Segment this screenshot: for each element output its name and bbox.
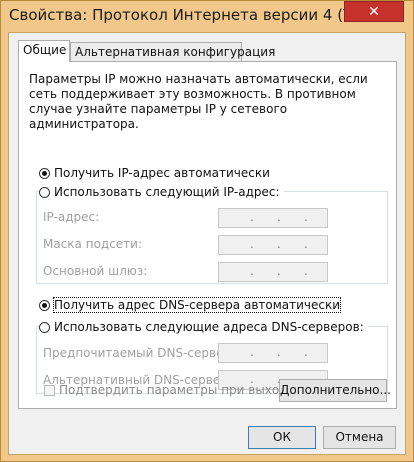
radio-dns-auto-indicator — [39, 300, 50, 311]
advanced-button[interactable]: Дополнительно... — [279, 379, 391, 402]
radio-dns-manual-indicator — [39, 322, 50, 333]
validate-on-exit-label: Подтвердить параметры при выходе — [59, 383, 295, 397]
radio-dns-manual[interactable]: Использовать следующие адреса DNS-сервер… — [39, 319, 368, 335]
radio-ip-auto[interactable]: Получить IP-адрес автоматически — [39, 165, 270, 181]
ip-address-input[interactable]: ... — [218, 208, 328, 228]
title-bar[interactable]: Свойства: Протокол Интернета версии 4 (T… — [1, 1, 413, 31]
validate-on-exit-checkbox[interactable]: Подтвердить параметры при выходе — [44, 382, 295, 398]
radio-ip-manual-label: Использовать следующий IP-адрес: — [54, 185, 280, 199]
tab-alternate-config[interactable]: Альтернативная конфигурация — [70, 42, 275, 61]
close-button[interactable]: ✕ — [344, 1, 404, 22]
ip-address-label: IP-адрес: — [43, 210, 100, 224]
close-icon: ✕ — [368, 4, 380, 20]
description-text: Параметры IP можно назначать автоматичес… — [29, 72, 368, 131]
radio-dns-manual-label: Использовать следующие адреса DNS-сервер… — [54, 320, 364, 334]
tab-panel-general: Параметры IP можно назначать автоматичес… — [18, 61, 397, 409]
default-gateway-label: Основной шлюз: — [43, 264, 148, 278]
subnet-mask-input[interactable]: ... — [218, 235, 328, 255]
radio-ip-auto-indicator — [39, 168, 50, 179]
window-title: Свойства: Протокол Интернета версии 4 (T… — [9, 6, 344, 24]
dialog-window: Свойства: Протокол Интернета версии 4 (T… — [0, 0, 414, 462]
default-gateway-input[interactable]: ... — [218, 262, 328, 282]
radio-dns-auto[interactable]: Получить адрес DNS-сервера автоматически — [39, 297, 342, 313]
radio-ip-manual-indicator — [39, 187, 50, 198]
radio-ip-manual[interactable]: Использовать следующий IP-адрес: — [39, 184, 284, 200]
tab-general[interactable]: Общие — [18, 40, 70, 62]
preferred-dns-input[interactable]: ... — [218, 343, 328, 363]
preferred-dns-label: Предпочитаемый DNS-сервер: — [43, 346, 236, 360]
dialog-client-area: Общие Альтернативная конфигурация Параме… — [8, 32, 406, 455]
cancel-button[interactable]: Отмена — [323, 426, 396, 449]
radio-ip-auto-label: Получить IP-адрес автоматически — [54, 166, 270, 180]
subnet-mask-label: Маска подсети: — [43, 237, 143, 251]
ok-button[interactable]: ОК — [248, 426, 316, 449]
radio-dns-auto-label: Получить адрес DNS-сервера автоматически — [52, 297, 342, 313]
validate-on-exit-box — [44, 385, 55, 396]
